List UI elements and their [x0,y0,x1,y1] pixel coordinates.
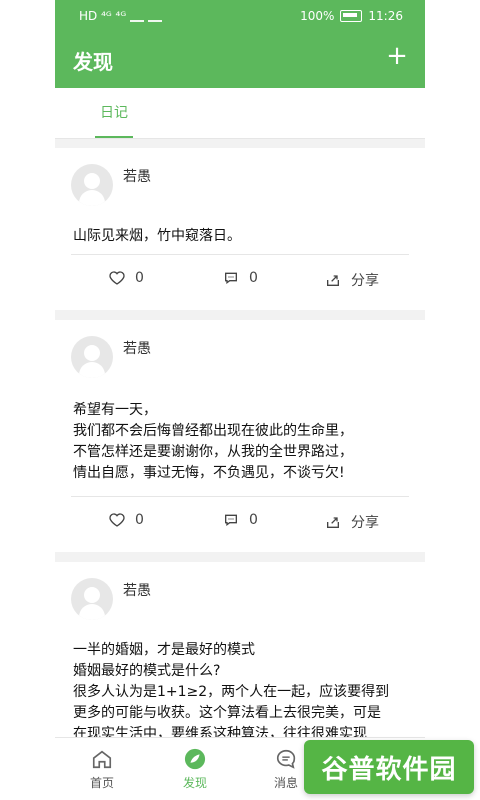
like-count: 0 [135,270,144,286]
post-text: 希望有一天， 我们都不会后悔曾经都出现在彼此的生命里， 不管怎样还是要谢谢你，从… [73,402,353,481]
comment-button[interactable]: 0 [223,512,258,528]
chat-icon [277,749,296,769]
avatar-head-icon [84,345,100,361]
avatar[interactable] [71,578,113,620]
like-count: 0 [135,512,144,528]
avatar-head-icon [84,587,100,603]
post-text: 一半的婚姻，才是最好的模式 婚姻最好的模式是什么? 很多人认为是1+1≥2，两个… [73,642,390,742]
tab-diary-label: 日记 [100,105,128,121]
avatar-body-icon [79,362,105,378]
status-right: 100% 11:26 [300,9,403,23]
comment-icon [225,272,237,284]
like-button[interactable]: 0 [109,270,144,286]
comment-count: 0 [249,512,258,528]
avatar-body-icon [79,190,105,206]
phone-screen: HD ⁴ᴳ ⁴ᴳ 100% 11:26 发现 + 日记 若愚 山际见来烟，竹中窥… [55,0,425,800]
comment-icon [225,514,237,526]
post-username[interactable]: 若愚 [123,166,151,186]
comment-count: 0 [249,270,258,286]
watermark-logo: 谷普软件园 [304,740,474,794]
avatar-body-icon [79,604,105,620]
share-button[interactable]: 分享 [325,512,379,532]
nav-home[interactable]: 首页 [67,748,137,791]
app-bar: 发现 + [55,32,425,88]
signal-indicators: HD ⁴ᴳ ⁴ᴳ [79,9,163,23]
post-username[interactable]: 若愚 [123,338,151,358]
nav-messages-label: 消息 [273,776,298,790]
comment-button[interactable]: 0 [223,270,258,286]
share-button[interactable]: 分享 [325,270,379,290]
plus-icon[interactable]: + [385,43,409,69]
post-card[interactable]: 若愚 希望有一天， 我们都不会后悔曾经都出现在彼此的生命里， 不管怎样还是要谢谢… [55,320,425,552]
heart-icon [109,271,125,285]
battery-icon [340,10,363,22]
tab-bar: 日记 [55,88,425,139]
signal-icon [130,10,145,22]
avatar[interactable] [71,164,113,206]
leaf-icon [184,748,206,770]
share-icon [327,275,339,286]
tab-indicator [95,136,133,138]
share-label: 分享 [351,273,379,289]
divider [71,496,409,497]
post-actions: 0 0 分享 [55,502,425,542]
divider [71,254,409,255]
status-bar: HD ⁴ᴳ ⁴ᴳ 100% 11:26 [55,0,425,32]
battery-percent: 100% [300,9,335,23]
avatar[interactable] [71,336,113,378]
home-icon [92,750,112,769]
like-button[interactable]: 0 [109,512,144,528]
heart-icon [109,513,125,527]
post-actions: 0 0 分享 [55,260,425,300]
post-username[interactable]: 若愚 [123,580,151,600]
post-text: 山际见来烟，竹中窥落日。 [73,228,241,244]
avatar-head-icon [84,173,100,189]
wifi-icon [148,10,163,22]
post-card[interactable]: 若愚 山际见来烟，竹中窥落日。 0 0 分享 [55,148,425,310]
network-label: HD ⁴ᴳ ⁴ᴳ [79,9,127,23]
nav-discover[interactable]: 发现 [160,748,230,791]
nav-home-label: 首页 [89,776,114,790]
tab-diary[interactable]: 日记 [83,88,145,138]
page-title: 发现 [73,50,113,74]
clock: 11:26 [368,9,403,23]
share-icon [327,517,339,528]
share-label: 分享 [351,515,379,531]
nav-discover-label: 发现 [182,776,207,790]
